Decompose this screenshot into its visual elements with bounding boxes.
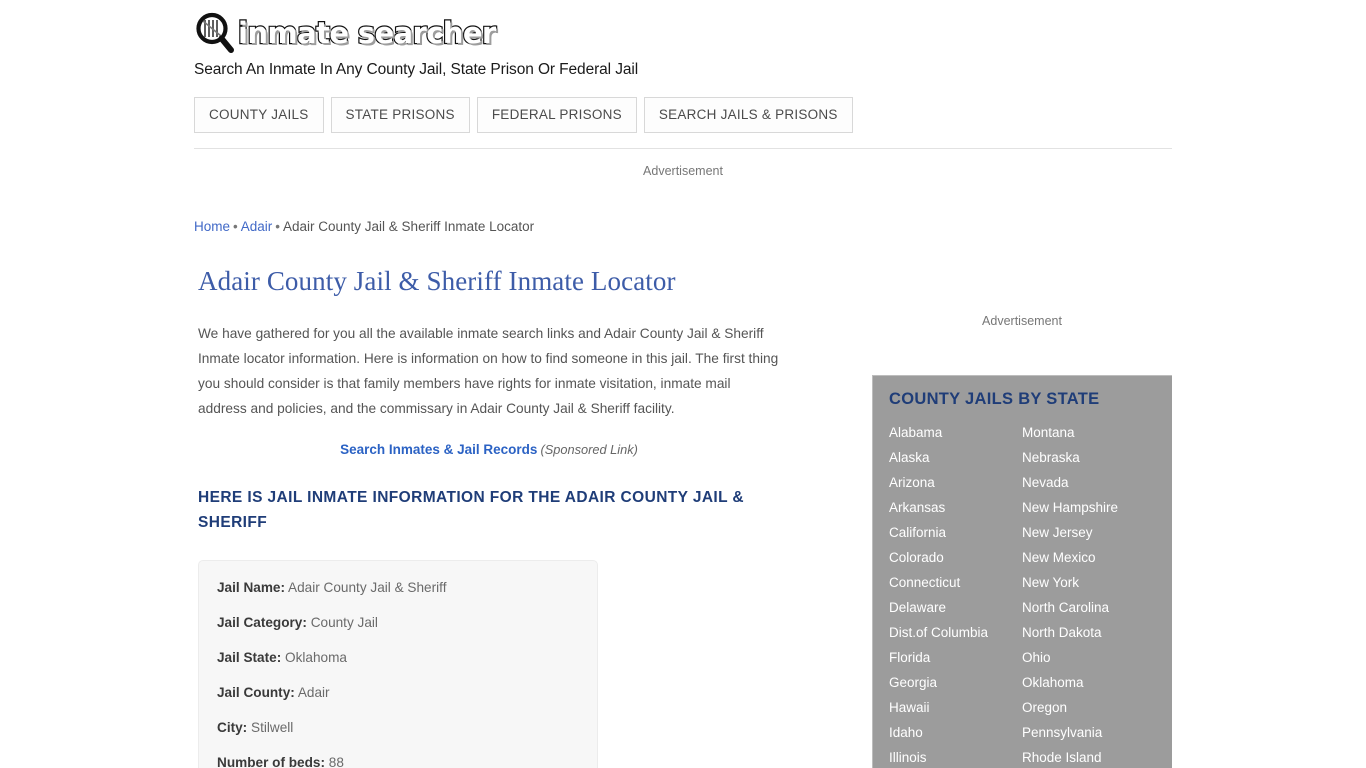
info-row-city: City: Stilwell	[217, 718, 579, 737]
nav-federal-prisons[interactable]: FEDERAL PRISONS	[476, 97, 637, 133]
state-link-connecticut[interactable]: Connecticut	[889, 570, 1022, 595]
section-heading: HERE IS JAIL INMATE INFORMATION FOR THE …	[198, 489, 745, 531]
info-label-jail-state: Jail State:	[217, 650, 282, 665]
state-link-rhode-island[interactable]: Rhode Island	[1022, 745, 1156, 768]
state-link-alaska[interactable]: Alaska	[889, 445, 1022, 470]
site-logo[interactable]: inmate searcher	[194, 12, 1172, 54]
state-link-new-hampshire[interactable]: New Hampshire	[1022, 495, 1156, 520]
state-link-arkansas[interactable]: Arkansas	[889, 495, 1022, 520]
info-value-number-of-beds: 88	[328, 755, 344, 768]
state-link-illinois[interactable]: Illinois	[889, 745, 1022, 768]
info-row-jail-state: Jail State: Oklahoma	[217, 648, 579, 667]
state-links-grid: Alabama Montana Alaska Nebraska Arizona …	[889, 420, 1156, 768]
page-root: inmate searcher Search An Inmate In Any …	[0, 0, 1366, 768]
state-link-pennsylvania[interactable]: Pennsylvania	[1022, 720, 1156, 745]
info-value-jail-category: County Jail	[310, 615, 378, 630]
state-link-delaware[interactable]: Delaware	[889, 595, 1022, 620]
info-label-jail-category: Jail Category:	[217, 615, 307, 630]
state-link-montana[interactable]: Montana	[1022, 420, 1156, 445]
info-value-jail-state: Oklahoma	[285, 650, 347, 665]
nav-search-jails-prisons[interactable]: SEARCH JAILS & PRISONS	[643, 97, 853, 133]
main-content: Adair County Jail & Sheriff Inmate Locat…	[198, 264, 798, 768]
search-inmates-records-link[interactable]: Search Inmates & Jail Records	[340, 442, 537, 457]
info-label-city: City:	[217, 720, 248, 735]
sponsored-link-row: Search Inmates & Jail Records (Sponsored …	[198, 442, 780, 457]
info-value-city: Stilwell	[251, 720, 294, 735]
info-row-jail-name: Jail Name: Adair County Jail & Sheriff	[217, 578, 579, 597]
info-label-jail-name: Jail Name:	[217, 580, 286, 595]
sidebar-title: COUNTY JAILS BY STATE	[889, 390, 1100, 408]
magnifier-jail-bars-icon	[194, 12, 236, 54]
state-link-new-mexico[interactable]: New Mexico	[1022, 545, 1156, 570]
state-link-colorado[interactable]: Colorado	[889, 545, 1022, 570]
intro-paragraph: We have gathered for you all the availab…	[198, 326, 779, 416]
breadcrumb-home-link[interactable]: Home	[194, 219, 230, 234]
breadcrumb: Home • Adair • Adair County Jail & Sheriff I…	[194, 219, 534, 234]
sidebar-advertisement-label: Advertisement	[982, 314, 1062, 328]
info-value-jail-county: Adair	[297, 685, 330, 700]
jail-info-box: Jail Name: Adair County Jail & Sheriff J…	[198, 560, 598, 768]
info-row-jail-county: Jail County: Adair	[217, 683, 579, 702]
state-link-arizona[interactable]: Arizona	[889, 470, 1022, 495]
info-row-number-of-beds: Number of beds: 88	[217, 753, 579, 768]
state-link-north-dakota[interactable]: North Dakota	[1022, 620, 1156, 645]
state-link-oklahoma[interactable]: Oklahoma	[1022, 670, 1156, 695]
info-value-jail-name: Adair County Jail & Sheriff	[288, 580, 447, 595]
state-link-hawaii[interactable]: Hawaii	[889, 695, 1022, 720]
breadcrumb-current: Adair County Jail & Sheriff Inmate Locat…	[283, 219, 535, 234]
page-title: Adair County Jail & Sheriff Inmate Locat…	[198, 266, 676, 296]
nav-state-prisons[interactable]: STATE PRISONS	[330, 97, 470, 133]
info-row-jail-category: Jail Category: County Jail	[217, 613, 579, 632]
state-link-california[interactable]: California	[889, 520, 1022, 545]
info-label-jail-county: Jail County:	[217, 685, 295, 700]
state-link-new-york[interactable]: New York	[1022, 570, 1156, 595]
state-link-oregon[interactable]: Oregon	[1022, 695, 1156, 720]
site-header: inmate searcher Search An Inmate In Any …	[194, 12, 1172, 79]
county-jails-by-state-panel: COUNTY JAILS BY STATE Alabama Montana Al…	[872, 375, 1172, 768]
site-logo-text: inmate searcher	[237, 15, 498, 51]
breadcrumb-separator-2: •	[275, 219, 280, 234]
state-link-idaho[interactable]: Idaho	[889, 720, 1022, 745]
state-link-florida[interactable]: Florida	[889, 645, 1022, 670]
state-link-north-carolina[interactable]: North Carolina	[1022, 595, 1156, 620]
state-link-alabama[interactable]: Alabama	[889, 420, 1022, 445]
breadcrumb-separator-1: •	[233, 219, 238, 234]
info-label-number-of-beds: Number of beds:	[217, 755, 325, 768]
state-link-nevada[interactable]: Nevada	[1022, 470, 1156, 495]
breadcrumb-county-link[interactable]: Adair	[241, 219, 273, 234]
state-link-new-jersey[interactable]: New Jersey	[1022, 520, 1156, 545]
site-tagline: Search An Inmate In Any County Jail, Sta…	[194, 61, 639, 78]
header-divider	[194, 148, 1172, 149]
state-link-ohio[interactable]: Ohio	[1022, 645, 1156, 670]
nav-county-jails[interactable]: COUNTY JAILS	[194, 97, 324, 133]
state-link-dist-of-columbia[interactable]: Dist.of Columbia	[889, 620, 1022, 645]
state-link-nebraska[interactable]: Nebraska	[1022, 445, 1156, 470]
sponsored-note: (Sponsored Link)	[540, 442, 638, 457]
top-advertisement-label: Advertisement	[643, 164, 723, 178]
main-navigation: COUNTY JAILS STATE PRISONS FEDERAL PRISO…	[194, 97, 853, 133]
state-link-georgia[interactable]: Georgia	[889, 670, 1022, 695]
